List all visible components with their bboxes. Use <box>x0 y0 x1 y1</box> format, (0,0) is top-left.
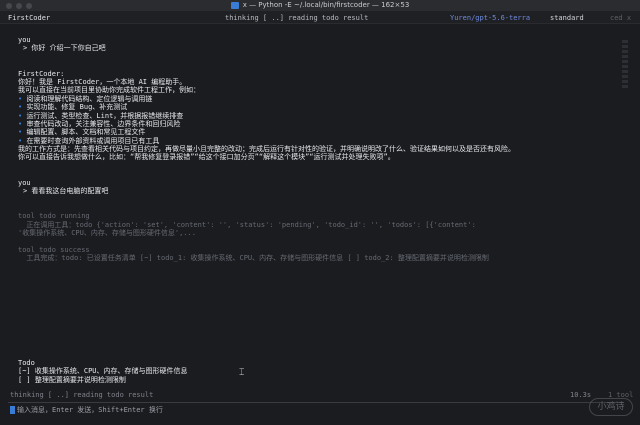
tool-detail: '收集操作系统、CPU、内存、存储与图形硬件信息',... <box>18 228 196 237</box>
bullet-icon: • <box>18 128 23 137</box>
user-message: > 你好 介绍一下你自己吧 <box>23 44 106 53</box>
window-title: x — Python -E ~/.local/bin/firstcoder — … <box>242 1 410 10</box>
status-bar: FirstCoder thinking [ ..] reading todo r… <box>0 12 640 24</box>
assistant-intro: 我可以直接在当前项目里协助你完成软件工程工作，例如： <box>18 86 200 95</box>
activity-status: thinking [ ..] reading todo result <box>225 14 369 22</box>
user-label: you <box>18 36 31 44</box>
cwd-label: ced x <box>610 14 632 22</box>
transcript: you > 你好 介绍一下你自己吧 FirstCoder: 你好！我是 Firs… <box>18 36 623 263</box>
bullet-icon: • <box>18 94 23 103</box>
activity-bar: thinking [ ..] reading todo result 10.3s… <box>0 390 640 401</box>
bullet-icon: • <box>18 136 23 145</box>
user-label: you <box>18 178 31 187</box>
close-window-button[interactable] <box>6 3 12 9</box>
terminal-icon <box>230 2 239 9</box>
list-item: • 实现功能、修复 Bug、补充测试 <box>18 103 128 112</box>
list-item: • 在需要时查询外部资料或调用项目已有工具 <box>18 136 160 145</box>
todo-item: [~] 收集操作系统、CPU、内存、存储与图形硬件信息 <box>18 367 188 376</box>
minimize-window-button[interactable] <box>16 3 22 9</box>
tool-detail: 正在调用工具：todo {'action': 'set', 'content':… <box>18 220 476 229</box>
todo-item: [ ] 整理配置摘要并说明检测限制 <box>18 375 126 384</box>
tool-detail: 工具完成：todo: 已设置任务清单 [~] todo_1: 收集操作系统、CP… <box>18 254 489 263</box>
window-titlebar: x — Python -E ~/.local/bin/firstcoder — … <box>0 0 640 12</box>
text-cursor-icon: ⌶ <box>239 368 245 378</box>
tool-title: tool todo success <box>18 245 90 254</box>
input-cursor <box>10 406 15 415</box>
model-name: Yuren/gpt-5.6-terra <box>450 14 531 22</box>
watermark-logo: 小鸡诗 <box>589 398 633 416</box>
user-message: > 看看我这台电脑的配置吧 <box>23 187 109 196</box>
list-item: • 运行测试、类型检查、Lint，并根据报错继续排查 <box>18 111 184 120</box>
scroll-indicator[interactable] <box>622 40 628 290</box>
elapsed-time: 10.3s <box>570 391 592 399</box>
bullet-icon: • <box>18 103 23 112</box>
list-item: • 阅读和理解代码结构、定位逻辑与调用链 <box>18 94 153 103</box>
tool-title: tool todo running <box>18 212 90 221</box>
assistant-outro: 你可以直接告诉我想做什么，比如：“帮我修复登录报错”“给这个接口加分页”“解释这… <box>18 153 395 162</box>
app-name: FirstCoder <box>8 14 51 22</box>
zoom-window-button[interactable] <box>26 3 32 9</box>
bullet-icon: • <box>18 119 23 128</box>
list-item: • 编辑配置、脚本、文档和常见工程文件 <box>18 128 146 137</box>
activity-text: thinking [ ..] reading todo result <box>10 391 154 399</box>
mode-label: standard <box>550 14 584 22</box>
message-input[interactable]: 输入消息，Enter 发送，Shift+Enter 换行 <box>10 406 163 415</box>
todo-panel: Todo [~] 收集操作系统、CPU、内存、存储与图形硬件信息 [ ] 整理配… <box>18 359 188 384</box>
bullet-icon: • <box>18 111 23 120</box>
assistant-label: FirstCoder: <box>18 69 65 78</box>
divider <box>8 402 624 403</box>
input-placeholder: 输入消息，Enter 发送，Shift+Enter 换行 <box>17 406 163 414</box>
window-controls[interactable] <box>6 3 32 9</box>
